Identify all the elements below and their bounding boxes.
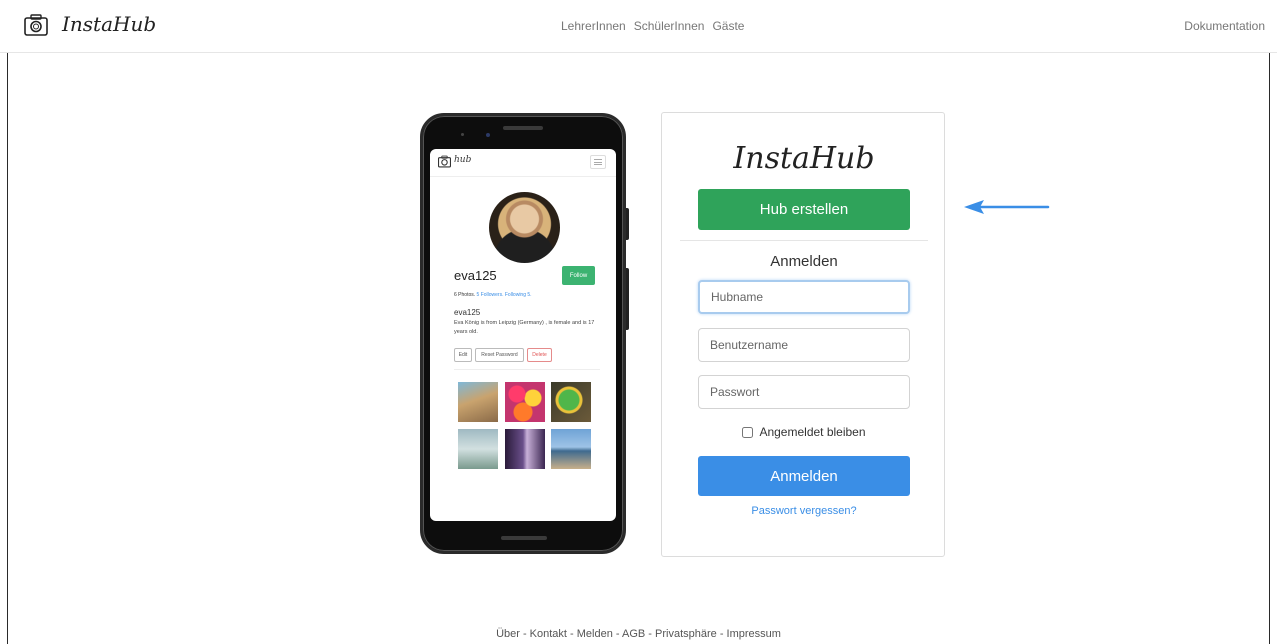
page-frame	[7, 53, 1270, 644]
follow-button: Follow	[562, 266, 595, 285]
brand-logo[interactable]: InstaHub	[62, 12, 156, 36]
photo-thumbnail	[505, 382, 545, 422]
arrow-left-icon	[964, 200, 1050, 214]
stats-followers: 5 Followers.	[476, 292, 504, 298]
login-button[interactable]: Anmelden	[698, 456, 910, 496]
username-input[interactable]	[698, 328, 910, 362]
phone-mockup: hub eva125 Follow 6 Photos. 5 Followers.…	[420, 113, 626, 554]
hubname-input[interactable]	[698, 280, 910, 314]
nav-students[interactable]: SchülerInnen	[634, 19, 705, 33]
camera-icon[interactable]	[24, 14, 48, 36]
login-heading: Anmelden	[770, 253, 838, 270]
main-nav: LehrerInnen SchülerInnen Gäste	[561, 19, 744, 33]
app-header: hub	[430, 149, 616, 177]
bio-text: Eva König is from Leipzig (Germany) , is…	[454, 320, 595, 335]
stats-photos: 6 Photos.	[454, 292, 476, 298]
reset-password-button: Reset Password	[475, 348, 524, 362]
photo-thumbnail	[505, 429, 545, 469]
app-brand: hub	[454, 155, 472, 165]
card-logo: InstaHub	[733, 141, 875, 176]
phone-bottom-speaker	[501, 536, 547, 540]
divider	[680, 240, 928, 241]
photo-thumbnail	[551, 429, 591, 469]
remember-me: Angemeldet bleiben	[662, 425, 946, 439]
phone-front-camera	[486, 133, 490, 137]
phone-speaker	[503, 126, 543, 130]
nav-teachers[interactable]: LehrerInnen	[561, 19, 626, 33]
remember-me-label: Angemeldet bleiben	[759, 425, 866, 439]
top-navbar: InstaHub LehrerInnen SchülerInnen Gäste …	[0, 0, 1277, 53]
stats-following: Following 5.	[504, 292, 532, 298]
avatar	[489, 192, 560, 263]
camera-icon	[438, 155, 451, 168]
nav-guests[interactable]: Gäste	[712, 19, 744, 33]
phone-screen: hub eva125 Follow 6 Photos. 5 Followers.…	[430, 149, 616, 521]
footer-links[interactable]: Über - Kontakt - Melden - AGB - Privatsp…	[0, 628, 1277, 640]
password-input[interactable]	[698, 375, 910, 409]
login-card: InstaHub Hub erstellen Anmelden Angemeld…	[661, 112, 945, 557]
forgot-password-link[interactable]: Passwort vergessen?	[662, 505, 946, 517]
bio-name: eva125	[454, 308, 481, 317]
create-hub-button[interactable]: Hub erstellen	[698, 189, 910, 230]
divider	[454, 369, 600, 370]
photo-thumbnail	[458, 429, 498, 469]
photo-thumbnail	[551, 382, 591, 422]
edit-button: Edit	[454, 348, 472, 362]
hamburger-menu-icon	[590, 155, 606, 169]
profile-username: eva125	[454, 268, 497, 283]
delete-button: Delete	[527, 348, 552, 362]
phone-sensor	[461, 133, 464, 136]
profile-stats: 6 Photos. 5 Followers. Following 5.	[454, 292, 532, 298]
remember-me-checkbox[interactable]	[742, 426, 754, 438]
photo-thumbnail	[458, 382, 498, 422]
nav-documentation[interactable]: Dokumentation	[1184, 19, 1265, 33]
